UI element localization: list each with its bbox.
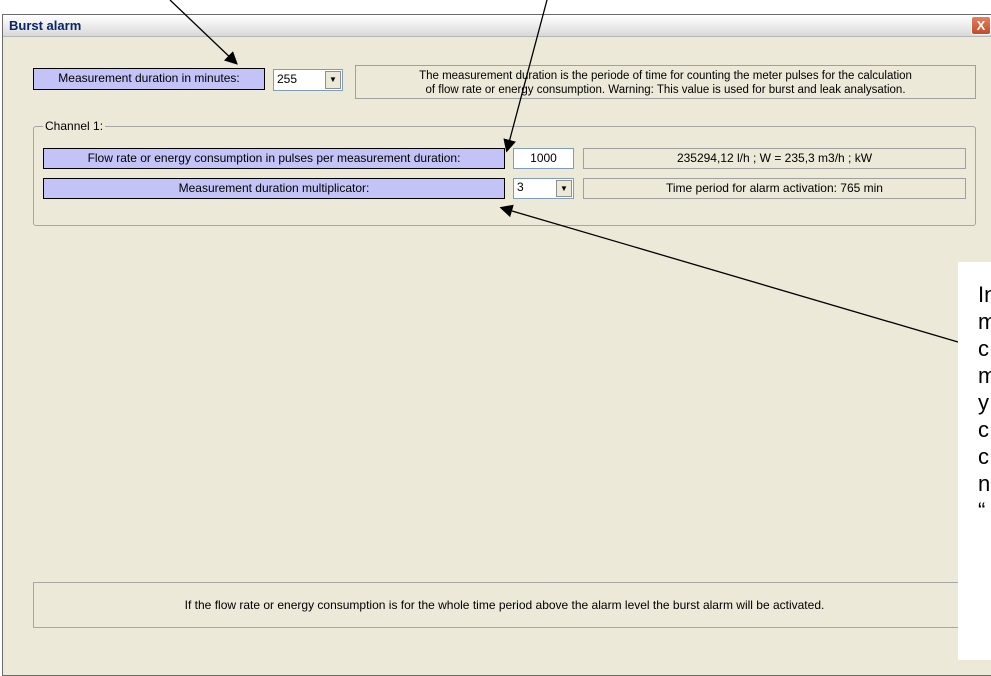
arrow-to-duration [169,0,238,65]
arrow-to-flow-input [503,0,548,153]
callout-line: c [978,417,989,442]
callout-line: n [978,471,991,496]
annotation-arrows [169,0,959,343]
callout-line: c [978,336,989,361]
annotation-callout: In m c m y c c n “ [958,262,991,660]
callout-line: “ [978,498,986,523]
callout-line: In [978,282,991,307]
callout-line: m [978,363,991,388]
callout-line: y [978,390,989,415]
callout-line: m [978,309,991,334]
callout-line: c [978,444,989,469]
arrow-to-multiplicator [499,204,959,343]
